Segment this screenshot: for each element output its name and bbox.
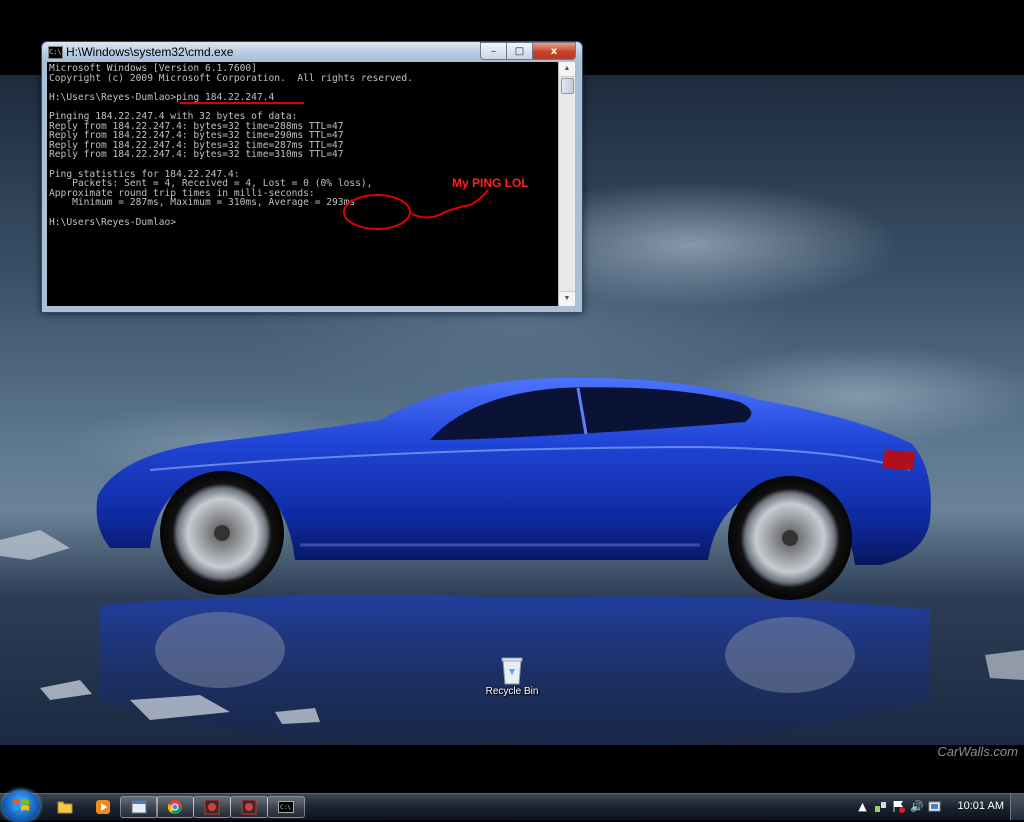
taskbar-cmd[interactable]: C:\	[267, 796, 305, 818]
action-center-icon[interactable]	[892, 800, 905, 813]
flag-icon[interactable]	[928, 800, 941, 813]
start-button[interactable]	[2, 790, 40, 822]
taskbar-window[interactable]	[120, 796, 158, 818]
media-player-icon	[96, 800, 110, 814]
recycle-bin[interactable]: Recycle Bin	[482, 655, 542, 697]
window-controls: – □ x	[480, 42, 576, 60]
show-hidden-icons-button[interactable]: ▲	[856, 800, 869, 813]
window-icon	[131, 800, 147, 814]
clock[interactable]: 10:01 AM	[958, 800, 1004, 812]
annotation-underline	[180, 102, 304, 104]
show-desktop-button[interactable]	[1010, 794, 1024, 820]
explorer-icon	[57, 801, 73, 814]
scroll-thumb[interactable]	[561, 78, 574, 94]
maximize-button[interactable]: □	[507, 42, 533, 60]
cmd-output: Microsoft Windows [Version 6.1.7600] Cop…	[49, 64, 554, 227]
taskbar-media-app-1[interactable]	[193, 796, 231, 818]
chrome-icon	[167, 800, 182, 814]
svg-text:C:\: C:\	[280, 804, 291, 811]
cmd-titlebar[interactable]: C:\ H:\Windows\system32\cmd.exe – □ x	[42, 42, 582, 62]
volume-icon[interactable]: 🔊	[910, 800, 924, 813]
close-button[interactable]: x	[533, 42, 576, 60]
cmd-line: Reply from 184.22.247.4: bytes=32 time=3…	[49, 149, 344, 161]
network-icon[interactable]	[874, 800, 887, 813]
cmd-icon: C:\	[278, 801, 294, 813]
cmd-line: H:\Users\Reyes-Dumlao>	[49, 216, 177, 228]
watermark: CarWalls.com	[937, 744, 1018, 759]
media-app-icon	[241, 799, 257, 815]
taskbar: C:\ ▲ 🔊 10:01 AM	[0, 790, 1024, 822]
media-app-icon	[204, 799, 220, 815]
taskbar-media-player[interactable]	[84, 796, 122, 818]
windows-logo-icon	[13, 799, 29, 811]
taskbar-explorer[interactable]	[46, 796, 84, 818]
scroll-down-button[interactable]: ▼	[559, 291, 575, 306]
cmd-line: Minimum = 287ms, Maximum = 310ms, Averag…	[72, 197, 356, 209]
minimize-button[interactable]: –	[480, 42, 507, 60]
cmd-window-title: H:\Windows\system32\cmd.exe	[66, 45, 234, 59]
taskbar-chrome[interactable]	[156, 796, 194, 818]
system-tray: ▲ 🔊 10:01 AM	[854, 794, 1024, 820]
cmd-line: Copyright (c) 2009 Microsoft Corporation…	[49, 72, 413, 84]
recycle-bin-icon	[501, 657, 523, 685]
annotation-label: My PING LOL	[452, 176, 529, 190]
cmd-icon: C:\	[48, 46, 63, 59]
cmd-scrollbar[interactable]: ▲ ▼	[558, 62, 575, 306]
taskbar-media-app-2[interactable]	[230, 796, 268, 818]
scroll-up-button[interactable]: ▲	[559, 62, 575, 77]
recycle-bin-label: Recycle Bin	[485, 686, 539, 697]
